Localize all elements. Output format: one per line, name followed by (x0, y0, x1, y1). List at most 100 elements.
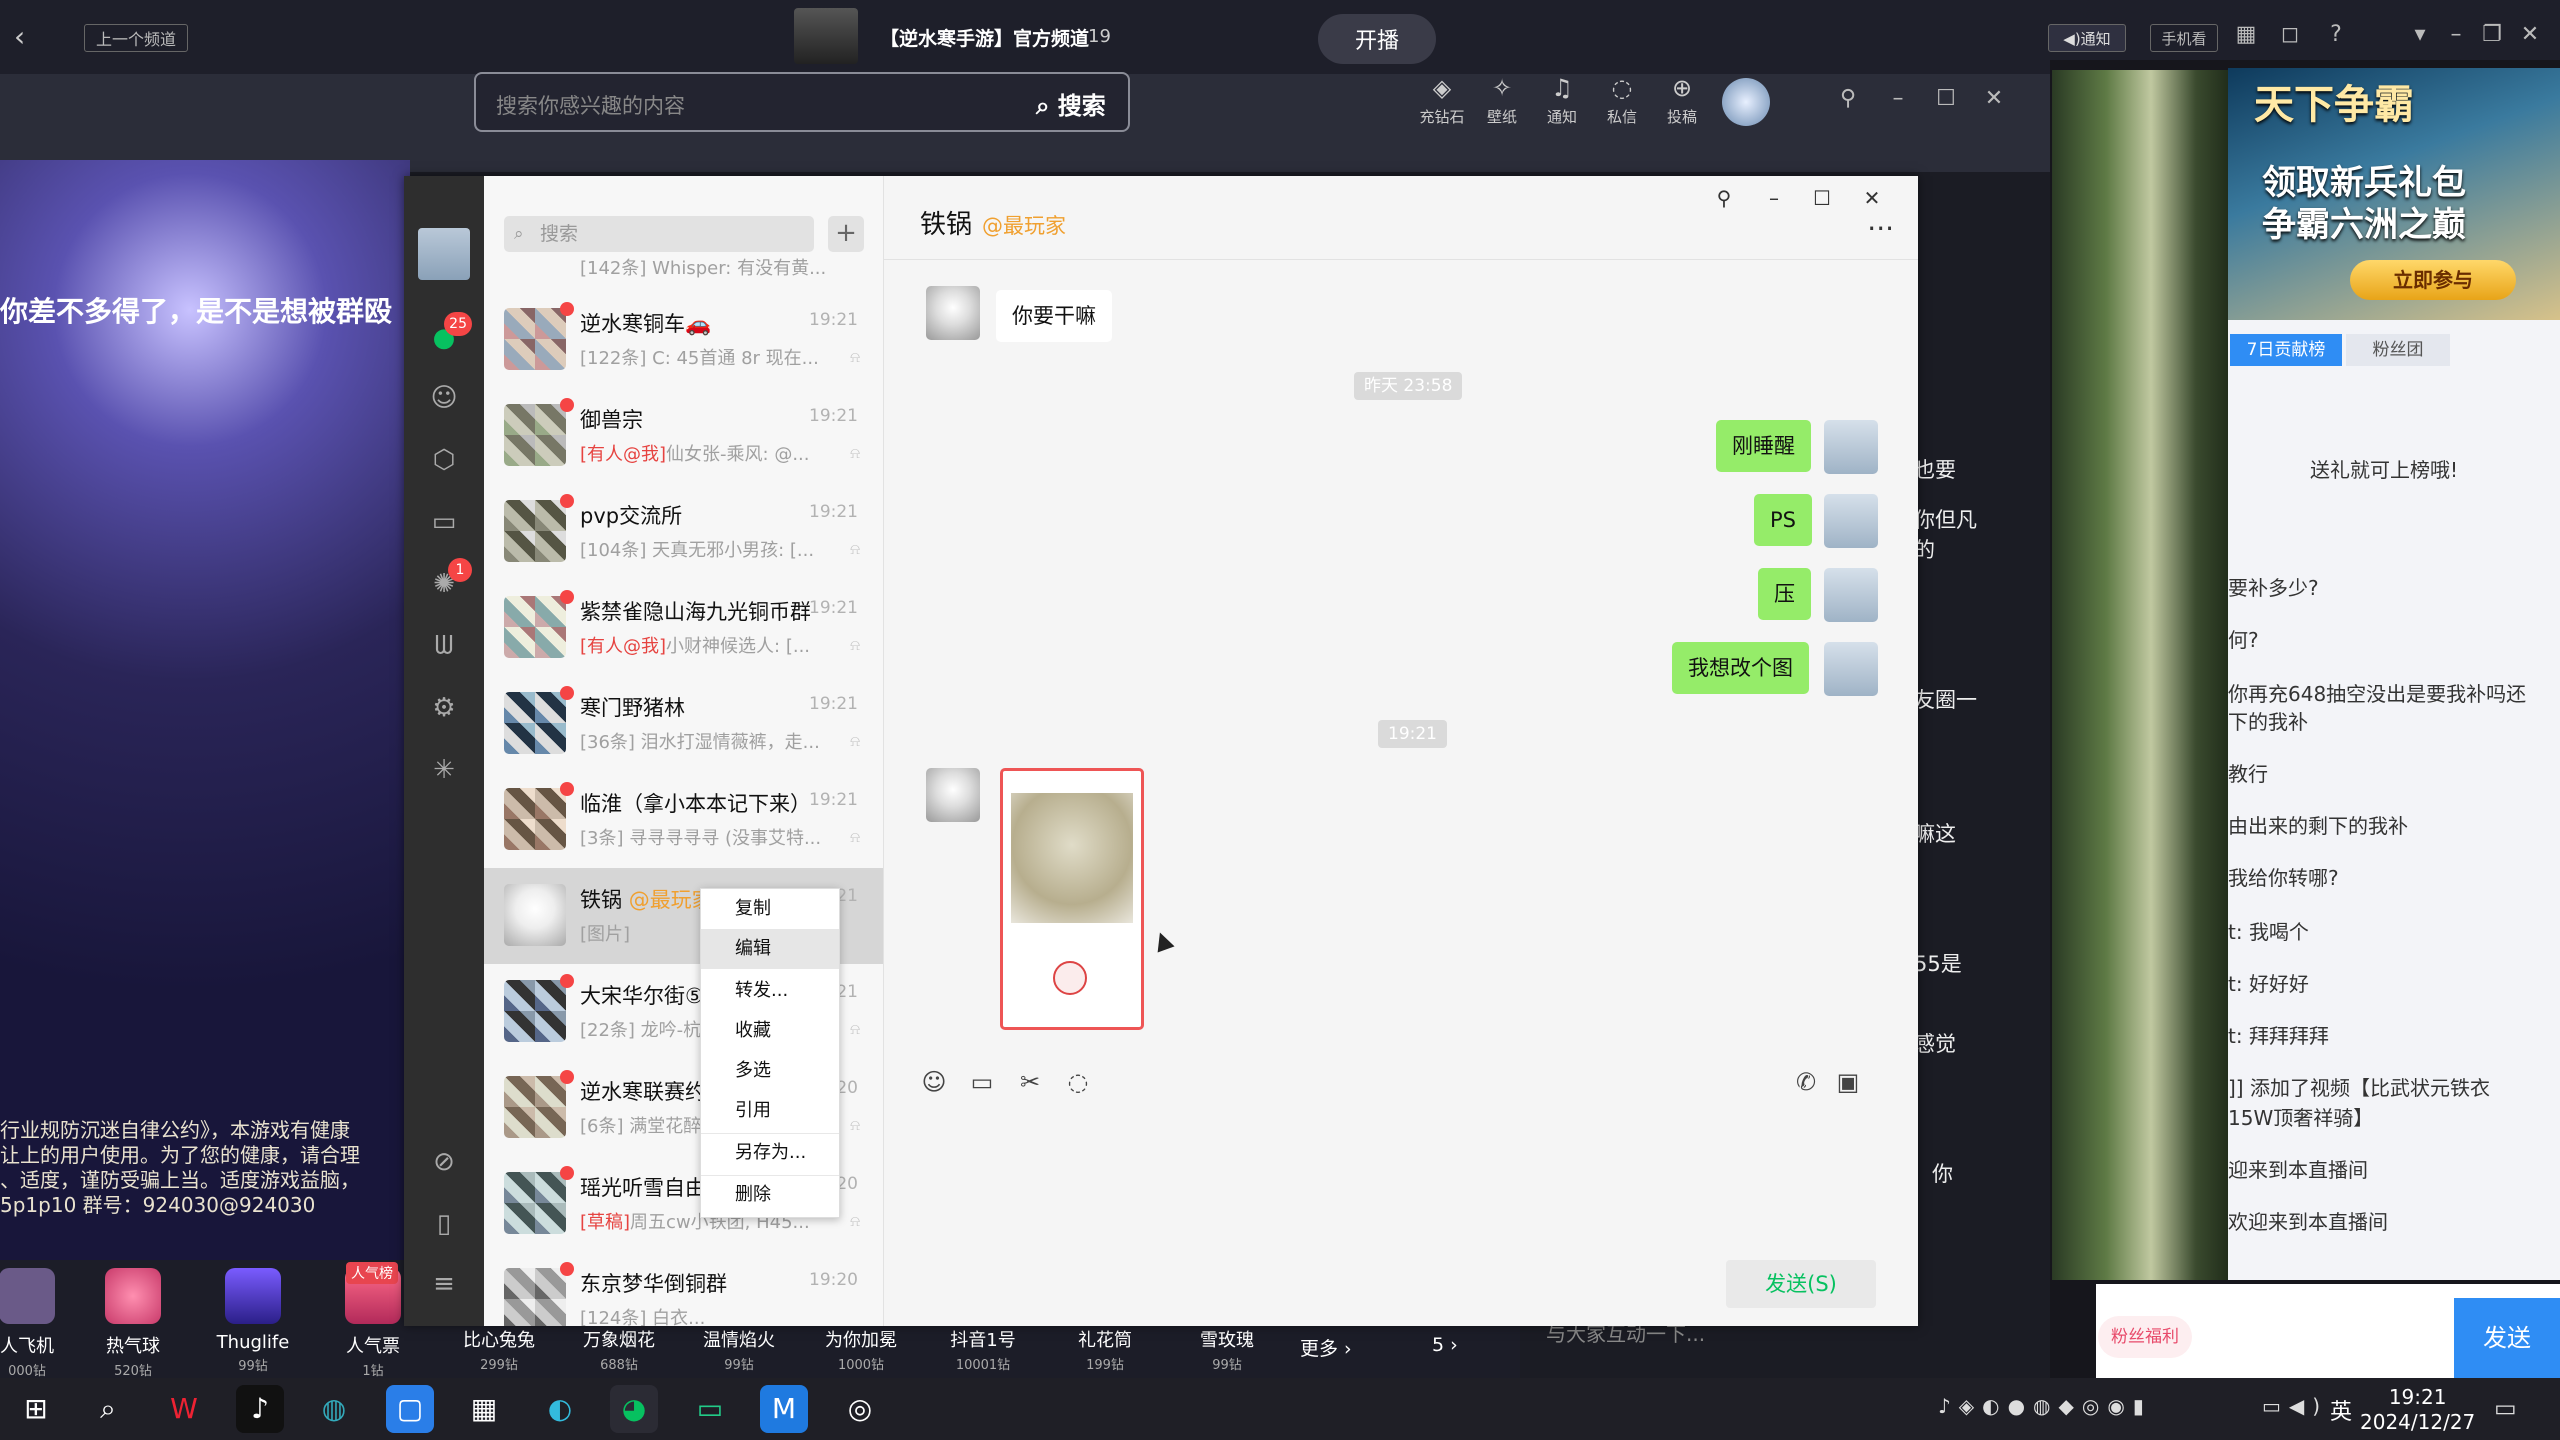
gift-item[interactable]: 热气球 520钻 (90, 1268, 176, 1379)
wechat-icon[interactable]: ◕ (610, 1385, 658, 1433)
chats-icon[interactable]: ● 25 (422, 312, 472, 360)
previous-channel-button[interactable]: 上一个频道 (84, 24, 188, 52)
grid-icon[interactable]: ▦ (2232, 22, 2260, 50)
system-clock[interactable]: 19:21 2024/12/27 (2360, 1385, 2475, 1435)
message-bubble-incoming[interactable]: 你要干嘛 (996, 290, 1112, 342)
douyin-icon[interactable]: ♪ (236, 1385, 284, 1433)
stream-notify-button[interactable]: ◀)通知 (2048, 24, 2126, 52)
channels-icon[interactable]: ᗯ (422, 624, 466, 668)
direct-message-button[interactable]: ◌ 私信 (1592, 74, 1652, 127)
gift-item[interactable]: 为你加冕 1000钻 (818, 1326, 904, 1373)
phone-icon[interactable]: ▯ (422, 1202, 466, 1246)
network-volume-icon[interactable]: ▭◀) (2262, 1394, 2328, 1418)
conversation-item[interactable]: 逆水寒铜车🚗 19:21 [122条] C: 45首通 8r 现在... ⍾ (484, 292, 883, 388)
maximize-icon[interactable]: ☐ (1802, 180, 1842, 216)
pin-window-icon[interactable]: ⚲ (1704, 180, 1744, 216)
scissors-icon[interactable]: ✂ (1012, 1068, 1048, 1104)
menu-item-favorite[interactable]: 收藏 (701, 1011, 839, 1051)
maximize-icon[interactable]: ☐ (1932, 86, 1960, 114)
my-avatar[interactable] (418, 228, 470, 280)
image-message[interactable] (1000, 768, 1144, 1030)
system-tray-icons[interactable]: ♪◈◐●◍◆◎◉▮ (1938, 1394, 2152, 1418)
start-live-button[interactable]: 开播 (1318, 14, 1436, 64)
pin-icon[interactable]: ⚲ (1834, 86, 1862, 114)
gift-item[interactable]: 人飞机 000钻 (0, 1268, 70, 1379)
chat-search-input[interactable]: ⌕ 搜索 (504, 216, 814, 252)
minimize-icon[interactable]: – (1754, 180, 1794, 216)
gift-item[interactable]: 万象烟花 688钻 (576, 1326, 662, 1373)
recharge-diamond-button[interactable]: ◈ 充钻石 (1412, 74, 1472, 127)
conversation-item[interactable]: 紫禁雀隐山海九光铜币群 19:21 [有人@我]小财神候选人: [... ⍾ (484, 580, 883, 676)
notification-center-icon[interactable]: ▭ (2494, 1394, 2517, 1422)
input-method-indicator[interactable]: 英 (2330, 1394, 2352, 1426)
game-client-icon[interactable]: ◎ (836, 1385, 884, 1433)
more-gifts-button[interactable]: 更多 › (1300, 1334, 1352, 1361)
message-input[interactable] (884, 1118, 1918, 1252)
gift-item[interactable]: 雪玫瑰 99钻 (1184, 1326, 1270, 1373)
menu-item-multi-select[interactable]: 多选 (701, 1051, 839, 1091)
live-chat-send-button[interactable]: 发送 (2454, 1298, 2560, 1378)
minimize-icon[interactable]: – (2442, 22, 2470, 50)
gift-item[interactable]: 抖音1号 10001钻 (940, 1326, 1026, 1373)
wallpaper-button[interactable]: ✧ 壁纸 (1472, 74, 1532, 127)
close-icon[interactable]: ✕ (2516, 22, 2544, 50)
my-avatar[interactable] (1824, 642, 1878, 696)
fan-welfare-badge[interactable]: 粉丝福利 (2098, 1316, 2192, 1358)
menu-icon[interactable]: ≡ (422, 1262, 466, 1306)
conversation-item[interactable]: 御兽宗 19:21 [有人@我]仙女张-乘风: @... ⍾ (484, 388, 883, 484)
menu-item-forward[interactable]: 转发... (701, 971, 839, 1011)
menu-item-delete[interactable]: 删除 (701, 1175, 839, 1215)
my-avatar[interactable] (1824, 568, 1878, 622)
secondary-video[interactable] (2052, 70, 2232, 1280)
voice-call-icon[interactable]: ✆ (1788, 1068, 1824, 1104)
edge-icon[interactable]: ◐ (536, 1385, 584, 1433)
menu-item-copy[interactable]: 复制 (701, 889, 839, 929)
terminal-icon[interactable]: ▭ (686, 1385, 734, 1433)
restore-icon[interactable]: ❐ (2478, 22, 2506, 50)
user-avatar[interactable] (1722, 78, 1770, 126)
message-bubble-outgoing[interactable]: 我想改个图 (1672, 642, 1809, 694)
my-avatar[interactable] (1824, 494, 1878, 548)
menu-item-save-as[interactable]: 另存为... (701, 1133, 839, 1173)
send-button[interactable]: 发送(S) (1726, 1260, 1876, 1308)
menu-item-edit[interactable]: 编辑 (701, 929, 839, 969)
folder-icon[interactable]: ▭ (964, 1068, 1000, 1104)
my-avatar[interactable] (1824, 420, 1878, 474)
link-icon[interactable]: ⊘ (422, 1140, 466, 1184)
notification-button[interactable]: ♫ 通知 (1532, 74, 1592, 127)
help-icon[interactable]: ? (2322, 22, 2350, 50)
conversation-item[interactable]: 临淮（拿小本本记下来） 19:21 [3条] 寻寻寻寻寻 (没事艾特... ⍾ (484, 772, 883, 868)
meeting-icon[interactable]: M (760, 1385, 808, 1433)
files-icon[interactable]: ▭ (422, 500, 466, 544)
favorites-icon[interactable]: ⬡ (422, 438, 466, 482)
emoji-icon[interactable]: ☺ (916, 1068, 952, 1104)
conversation-item[interactable]: 东京梦华倒铜群 19:20 [124条] 白衣... (484, 1252, 883, 1326)
channel-avatar[interactable] (794, 8, 858, 64)
more-options-icon[interactable]: ··· (1867, 212, 1894, 245)
message-bubble-outgoing[interactable]: 压 (1758, 568, 1811, 620)
video-call-icon[interactable]: ▣ (1830, 1068, 1866, 1104)
conversation-item[interactable]: 寒门野猪林 19:21 [36条] 泪水打湿情薇裤，走... ⍾ (484, 676, 883, 772)
gift-item[interactable]: 礼花筒 199钻 (1062, 1326, 1148, 1373)
stream-search-placeholder[interactable]: 搜索你感兴趣的内容 (496, 90, 685, 120)
mini-programs-icon[interactable]: ✳ (422, 748, 466, 792)
close-icon[interactable]: ✕ (1852, 180, 1892, 216)
gift-item[interactable]: Thuglife 99钻 (210, 1268, 296, 1374)
dropdown-icon[interactable]: ▾ (2406, 22, 2434, 50)
search-icon[interactable]: ⌕ (84, 1385, 132, 1433)
conversation-item[interactable]: pvp交流所 19:21 [104条] 天真无邪小男孩: [... ⍾ (484, 484, 883, 580)
calculator-icon[interactable]: ▦ (460, 1385, 508, 1433)
contact-avatar[interactable] (926, 286, 980, 340)
wps-icon[interactable]: W (160, 1385, 208, 1433)
tab-fan-club[interactable]: 粉丝团 (2346, 334, 2450, 366)
message-bubble-outgoing[interactable]: PS (1754, 494, 1812, 546)
lock-icon[interactable]: ◻ (2276, 22, 2304, 50)
browser-icon[interactable]: ◍ (310, 1385, 358, 1433)
windows-start-icon[interactable]: ⊞ (12, 1385, 60, 1433)
search-discover-icon[interactable]: ⚙ (422, 686, 466, 730)
minimize-icon[interactable]: – (1884, 86, 1912, 114)
stream-search-button[interactable]: ⌕ 搜索 (1036, 86, 1106, 121)
contact-avatar[interactable] (926, 768, 980, 822)
ad-join-button[interactable]: 立即参与 (2350, 260, 2516, 300)
menu-item-quote[interactable]: 引用 (701, 1091, 839, 1131)
